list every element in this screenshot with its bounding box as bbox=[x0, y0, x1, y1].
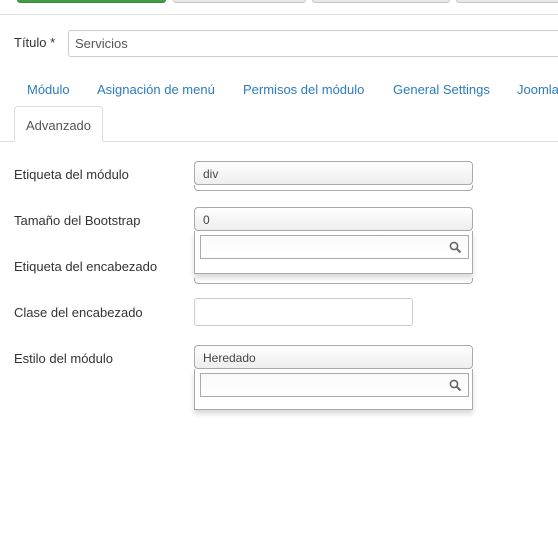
module-style-select[interactable]: Heredado bbox=[194, 345, 473, 369]
module-style-search-input[interactable] bbox=[200, 373, 469, 397]
bootstrap-size-label: Tamaño del Bootstrap bbox=[14, 213, 141, 228]
tab-general-settings[interactable]: General Settings bbox=[393, 82, 490, 97]
title-label: Título * bbox=[14, 35, 56, 50]
bootstrap-size-dropdown bbox=[194, 231, 473, 274]
header-tag-label: Etiqueta del encabezado bbox=[14, 259, 158, 274]
module-tag-label: Etiqueta del módulo bbox=[14, 167, 129, 182]
header-tag-select-edge[interactable] bbox=[194, 278, 473, 284]
toolbar-divider bbox=[0, 14, 558, 15]
title-input[interactable] bbox=[68, 30, 558, 57]
header-class-label: Clase del encabezado bbox=[14, 305, 143, 320]
tab-module-permissions[interactable]: Permisos del módulo bbox=[243, 82, 364, 97]
tab-advanced[interactable]: Advanzado bbox=[14, 106, 103, 142]
toolbar-button-3[interactable] bbox=[312, 0, 450, 3]
tab-module[interactable]: Módulo bbox=[27, 82, 70, 97]
module-tag-dropdown-edge bbox=[194, 185, 473, 191]
bootstrap-size-select[interactable]: 0 bbox=[194, 207, 473, 231]
module-style-dropdown bbox=[194, 369, 473, 410]
header-class-input[interactable] bbox=[194, 298, 413, 326]
search-icon bbox=[449, 379, 462, 392]
tab-menu-assignment[interactable]: Asignación de menú bbox=[97, 82, 215, 97]
bootstrap-size-search-input[interactable] bbox=[200, 235, 469, 259]
module-style-label: Estilo del módulo bbox=[14, 351, 113, 366]
tab-joomla[interactable]: Joomla bbox=[517, 82, 558, 97]
toolbar-button-4[interactable] bbox=[456, 0, 558, 3]
search-icon bbox=[449, 241, 462, 254]
save-button[interactable] bbox=[17, 0, 166, 3]
module-tag-select[interactable]: div bbox=[194, 161, 473, 185]
toolbar-button-2[interactable] bbox=[173, 0, 306, 3]
